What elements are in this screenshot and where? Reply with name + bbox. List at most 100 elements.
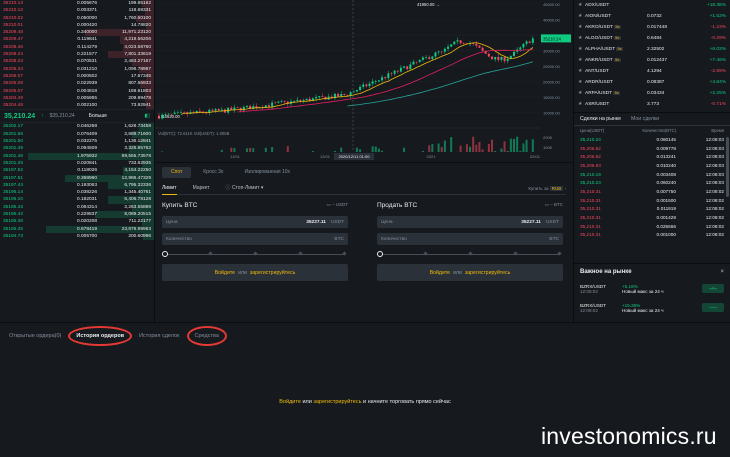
star-icon[interactable]: ★ [578,58,585,63]
sell-percent-slider[interactable] [377,249,563,259]
order-book-row[interactable]: 35195.36 0.020208 711.22177 [0,218,154,226]
order-book-row[interactable]: 35201.25 0.020841 733.62935 [0,159,154,168]
order-book-row[interactable]: 35202.17 0.046268 1,628.73458 [0,123,154,131]
candle-body [418,59,421,62]
star-icon[interactable]: ★ [578,80,585,85]
star-icon[interactable]: ★ [578,3,585,8]
tab-spot[interactable]: Спот [162,167,192,178]
tab-my-trades[interactable]: Мои сделки [631,116,659,122]
login-link[interactable]: Войдите [430,270,450,276]
market-row[interactable]: ★ AKRO/USDT 5x 0.017448 -1.23% [574,22,730,33]
market-list: ★ ADX/USDT +18.38% ★ AION/USDT 0.0732 +1.52% ★ A… [574,0,730,112]
order-book-row[interactable]: 35208.46 0.114279 4,023.58760 [0,43,154,52]
order-book-row[interactable]: 35210.01 0.000420 14.78820 [0,21,154,30]
register-link[interactable]: зарегистрируйтесь [313,399,361,405]
sell-price-value[interactable]: 35227.11 [521,220,541,225]
star-icon[interactable]: ★ [578,36,585,41]
market-row[interactable]: ★ ANT/USDT 4.1294 -2.89% [574,66,730,77]
order-book-row[interactable]: 35197.44 0.193063 6,795.32336 [0,181,154,190]
market-mover-row[interactable]: BZRX/USDT 12:08:02 +5.16% Новый макс за 24 … [574,279,730,298]
order-total: 11,971.23120 [122,30,151,36]
register-link[interactable]: зарегистрируйтесь [250,270,295,276]
market-row[interactable]: ★ ASR/USDT 3.773 -0.71% [574,99,730,110]
trades-scrollbar[interactable] [726,137,729,197]
buy-percent-slider[interactable] [162,249,348,259]
margin-mode-tabs: Спот Кросс 3x Изолированная 10x [162,167,299,178]
order-book-row[interactable]: 35209.47 0.119841 4,219.56206 [0,36,154,44]
close-icon[interactable]: × [720,269,724,275]
order-book-row[interactable]: 35201.50 0.032275 1,136.12841 [0,138,154,146]
register-link[interactable]: зарегистрируйтесь [465,270,510,276]
star-icon[interactable]: ★ [578,14,585,19]
star-icon[interactable]: ★ [578,25,585,30]
login-link[interactable]: Войдите [279,399,301,405]
market-row[interactable]: ★ ALGO/USDT 5x 0.6484 -0.29% [574,33,730,44]
price-chart[interactable]: 45000.0040000.0035000.0030000.0025000.00… [155,0,573,162]
tab-cross[interactable]: Кросс 3x [194,167,232,178]
order-book-row[interactable]: 35201.49 0.094509 3,326.85762 [0,145,154,153]
order-book-row[interactable]: 35204.49 0.005965 209.99478 [0,94,154,103]
star-icon[interactable]: ★ [578,47,585,52]
candle-body [318,96,321,98]
buy-with-fiat[interactable]: Купить за RUB › [528,186,566,191]
market-mover-row[interactable]: BZRX/USDT 12:08:02 +15.36% Новый макс за 24… [574,298,730,317]
order-book-row[interactable]: 35210.02 0.050000 1,760.50100 [0,14,154,22]
login-link[interactable]: Войдите [215,270,235,276]
trade-price: 35,210.19 [580,171,601,177]
order-book-row[interactable]: 35195.42 0.229837 8,089.20515 [0,211,154,219]
tab-market-trades[interactable]: Сделки на рынке [580,116,621,122]
order-book-row[interactable]: 35205.08 0.022939 807.56933 [0,80,154,88]
order-book-row[interactable]: 35208.23 0.070531 2,483.27167 [0,58,154,66]
order-book-row[interactable]: 35197.52 0.118026 4,154.22250 [0,167,154,175]
market-row[interactable]: ★ ALPHA/USDT 5x 2.32502 +6.02% [574,44,730,55]
candle-body [497,56,500,60]
order-book-row[interactable]: 35201.48 1.975932 69,555.73578 [0,152,154,160]
order-book-row[interactable]: 35196.14 0.038226 1,345.40761 [0,189,154,197]
order-book-row[interactable]: 35196.10 0.182031 6,406.78128 [0,196,154,204]
order-book-row[interactable]: 35195.35 0.678419 23,876.99963 [0,225,154,233]
order-book-row[interactable]: 35201.56 0.076409 2,689.71600 [0,130,154,139]
market-row[interactable]: ★ ADX/USDT +18.38% [574,0,730,11]
market-row[interactable]: ★ AION/USDT 0.0732 +1.52% [574,11,730,22]
order-book-row[interactable]: 35194.73 0.005700 200.60996 [0,232,154,241]
sell-quantity-field[interactable]: Количество BTC [377,233,563,245]
buy-login-button[interactable]: Войдите или зарегистрируйтесь [162,264,348,281]
order-book-row[interactable]: 35197.51 0.368960 12,986.47329 [0,174,154,182]
market-row[interactable]: ★ ARDR/USDT 0.08387 +4.84% [574,77,730,88]
order-book-row[interactable]: 35210.12 0.003371 118.69331 [0,7,154,15]
tab-trade-history[interactable]: История сделок [139,333,179,339]
order-book-row[interactable]: 35195.43 0.064314 2,263.55889 [0,203,154,212]
tab-order-history[interactable]: История ордеров [68,326,133,346]
star-icon[interactable]: ★ [578,102,585,107]
orders-tabs: Открытые ордера(0) История ордеров Истор… [9,326,227,346]
candlestick-chart[interactable]: 45000.0040000.0035000.0030000.0025000.00… [155,0,573,162]
market-row[interactable]: ★ ANKR/USDT 5x 0.012437 +7.46% [574,55,730,66]
star-icon[interactable]: ★ [578,91,585,96]
tab-funds[interactable]: Средства [186,326,227,346]
depth-view-icon[interactable]: ▮▯ [144,113,150,119]
tab-stop-limit[interactable]: ⓘ Стоп-Лимит ▾ [226,183,264,195]
order-book-row[interactable]: 35204.48 0.002100 73.92941 [0,102,154,110]
tab-isolated[interactable]: Изолированная 10x [235,167,299,178]
order-book-row[interactable]: 35210.13 0.005676 199.85162 [0,0,154,8]
buy-quantity-field[interactable]: Количество BTC [162,233,348,245]
buy-price-value[interactable]: 35227.11 [306,220,326,225]
order-book-row[interactable]: 35205.07 0.004818 169.61803 [0,87,154,95]
tab-limit[interactable]: Лимит [162,183,177,195]
trade-amount: 0.010240 [656,162,676,168]
order-book-row[interactable]: 35209.48 0.340000 11,971.23120 [0,29,154,37]
sell-login-button[interactable]: Войдите или зарегистрируйтесь [377,264,563,281]
tab-market[interactable]: Маркет [193,183,210,195]
star-icon[interactable]: ★ [578,69,585,74]
tab-open-orders[interactable]: Открытые ордера(0) [9,333,61,339]
order-book-row[interactable]: 35206.34 0.031210 1,098.78987 [0,65,154,73]
slider-handle[interactable] [162,251,168,257]
slider-handle[interactable] [377,251,383,257]
sell-price-field[interactable]: Цена 35227.11 USDT [377,216,563,228]
buy-price-field[interactable]: Цена 35227.11 USDT [162,216,348,228]
order-book-row[interactable]: 35208.24 0.221577 7,801.33619 [0,51,154,59]
more-button[interactable]: Больше [89,113,107,119]
candle-body [362,84,365,87]
market-row[interactable]: ★ ARPA/USDT 5x 0.03434 +2.25% [574,88,730,99]
order-book-row[interactable]: 35206.07 0.000502 17.67345 [0,72,154,81]
